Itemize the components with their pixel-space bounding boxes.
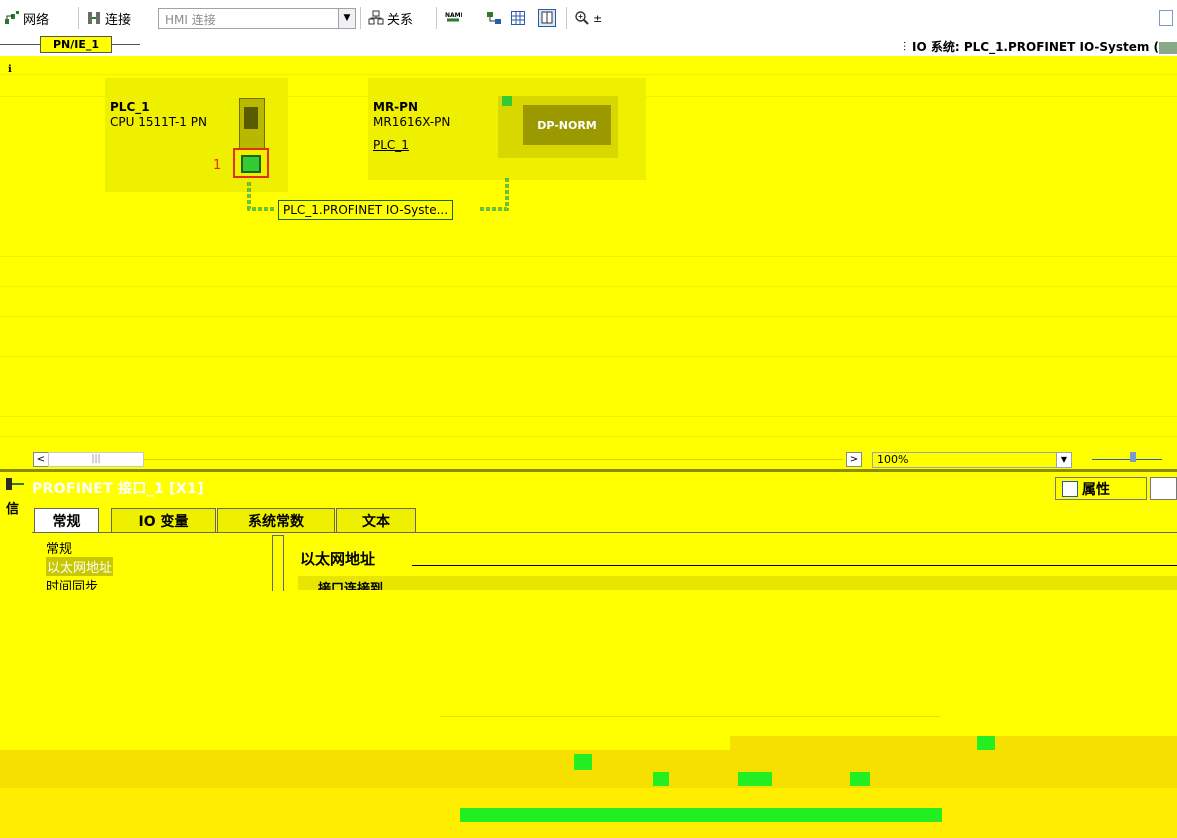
scroll-left-button[interactable]: <: [33, 452, 49, 467]
zoom-value: 100%: [877, 453, 909, 466]
scroll-right-button[interactable]: >: [846, 452, 862, 467]
bottom-panel-area: [0, 590, 1177, 838]
minimize-panel-icon[interactable]: [1159, 10, 1173, 26]
network-canvas[interactable]: PLC_1 CPU 1511T-1 PN 1 MR-PN MR1616X-PN …: [0, 56, 1177, 446]
panel-splitter[interactable]: [0, 469, 1177, 472]
status-block: [653, 772, 669, 786]
zoom-plus-minus-icon: ±: [593, 11, 603, 25]
nav-item-general[interactable]: 常规: [46, 538, 72, 557]
scroll-track[interactable]: [143, 459, 843, 460]
zoom-in-icon: [574, 10, 590, 26]
status-block: [574, 754, 592, 770]
toolbar-separator: [436, 7, 437, 29]
interface-icon: [4, 476, 26, 494]
grid-line: [0, 356, 1177, 357]
subsection-title: 接口连接到: [318, 582, 384, 590]
io-system-link-label[interactable]: PLC_1.PROFINET IO-Syste...: [278, 200, 454, 220]
lower-band-step: [730, 736, 1177, 750]
connections-button[interactable]: 连接: [86, 8, 131, 28]
tab-texts[interactable]: 文本: [336, 508, 416, 532]
connections-icon: [86, 10, 102, 26]
section-title: 以太网地址: [300, 550, 376, 568]
tab-io-tags[interactable]: IO 变量: [111, 508, 216, 532]
toolbar-separator: [78, 7, 79, 29]
relations-icon: [368, 10, 384, 26]
io-system-title: ⫶ IO 系统: PLC_1.PROFINET IO-System (: [898, 38, 1177, 55]
toolbar-separator: [566, 7, 567, 29]
assign-name-button[interactable]: NAME: [444, 8, 465, 28]
properties-tab[interactable]: 属性: [1055, 477, 1147, 500]
relations-label: 关系: [387, 12, 414, 28]
overview-panel-button[interactable]: [538, 8, 556, 28]
zoom-slider[interactable]: [1092, 459, 1162, 460]
nav-splitter[interactable]: [272, 535, 284, 591]
grid-line: [0, 316, 1177, 317]
io-system-link: [247, 176, 509, 211]
network-view-button[interactable]: 网络: [4, 8, 49, 28]
grid-line: [0, 416, 1177, 417]
grid-icon: [510, 10, 526, 26]
status-block: [977, 736, 995, 750]
pin-icon[interactable]: ⫶: [903, 40, 906, 54]
network-view-toolbar: 网络 连接 HMI 连接 ▼ 关系 NAME: [0, 0, 1177, 35]
status-block: [850, 772, 870, 786]
tab-general[interactable]: 常规: [34, 508, 99, 532]
status-bar-fill: [460, 808, 942, 822]
side-tab-info-icon[interactable]: 信: [6, 498, 19, 517]
nav-item-ethernet-address[interactable]: 以太网地址: [46, 557, 114, 576]
network-icon: [4, 10, 20, 26]
tab-system-constants[interactable]: 系统常数: [217, 508, 335, 532]
io-system-icon: [1159, 41, 1177, 54]
info-tab[interactable]: [1150, 477, 1177, 500]
grid-line: [0, 286, 1177, 287]
table-view-button[interactable]: [510, 8, 526, 28]
section-rule: [412, 565, 1177, 566]
panel-icon: [538, 9, 556, 27]
toolbar-separator: [360, 7, 361, 29]
relations-button[interactable]: 关系: [368, 8, 413, 28]
tabs-underline: [32, 532, 1177, 533]
properties-title: PROFINET 接口_1 [X1]: [32, 481, 204, 497]
subsection-band: [298, 576, 1177, 590]
subnet-label[interactable]: PN/IE_1: [40, 36, 112, 53]
properties-icon: [1062, 480, 1078, 497]
chevron-down-icon[interactable]: ▼: [338, 9, 355, 28]
topology-icon: [486, 10, 502, 26]
nav-item-time-sync[interactable]: 时间同步: [46, 576, 98, 590]
grid-line: [0, 256, 1177, 257]
faint-rule: [440, 716, 940, 717]
network-label: 网络: [23, 12, 50, 28]
connections-label: 连接: [105, 12, 132, 28]
zoom-select[interactable]: 100% ▼: [872, 452, 1072, 468]
zoom-slider-handle[interactable]: [1130, 452, 1136, 462]
zoom-button[interactable]: ±: [574, 8, 602, 28]
io-system-title-text: IO 系统: PLC_1.PROFINET IO-System (: [912, 40, 1159, 54]
scroll-thumb[interactable]: |||: [48, 452, 144, 467]
grid-line: [0, 436, 1177, 437]
ruler-icon: ℹ: [8, 64, 12, 75]
device-name-icon: NAME: [444, 10, 465, 26]
connection-type-value: HMI 连接: [165, 13, 216, 27]
properties-tab-label: 属性: [1082, 481, 1110, 498]
network-topology-button[interactable]: [486, 8, 502, 28]
status-block: [738, 772, 772, 786]
connection-type-select[interactable]: HMI 连接 ▼: [158, 8, 356, 29]
chevron-down-icon[interactable]: ▼: [1056, 453, 1071, 467]
svg-text:NAME: NAME: [445, 12, 462, 19]
